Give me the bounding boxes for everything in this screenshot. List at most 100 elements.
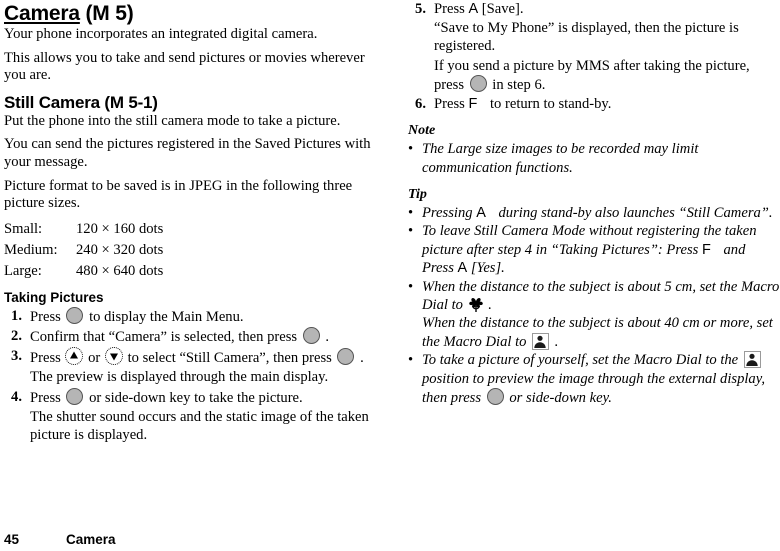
tip-bullet-4-text: To take a picture of yourself, set the M…	[422, 351, 780, 407]
step-number: 2.	[11, 327, 22, 344]
tip-3-post: .	[484, 297, 492, 314]
step-1: 1. Press to display the Main Menu.	[4, 306, 376, 326]
size-value: 120 × 160 dots	[76, 220, 164, 237]
step-number: 5.	[415, 1, 426, 17]
step-text-pre: Press	[30, 389, 65, 406]
portrait-person-icon	[743, 351, 761, 369]
picture-size-list: Small: 120 × 160 dots Medium: 240 × 320 …	[4, 219, 376, 282]
step-text-pre: Press	[434, 96, 469, 113]
end-key-F-icon: F	[701, 241, 711, 258]
size-label: Medium:	[4, 241, 58, 258]
left-softkey-A-icon: A	[468, 1, 479, 17]
center-select-key-icon	[337, 348, 355, 366]
note-bullet-text: The Large size images to be recorded may…	[422, 141, 699, 176]
tip-1-post: during stand-by also launches “Still Cam…	[494, 205, 773, 222]
page-title-suffix: (M 5)	[79, 2, 134, 25]
step-text-post: to return to stand-by.	[486, 96, 612, 113]
note-bullet: • The Large size images to be recorded m…	[408, 140, 780, 177]
macro-flower-icon	[468, 297, 484, 313]
step-4: 4. Press or side-down key to take the pi…	[4, 387, 376, 407]
step-5-detail-a: “Save to My Phone” is displayed, then th…	[434, 20, 739, 55]
step-2: 2. Confirm that “Camera” is selected, th…	[4, 326, 376, 346]
size-row: Medium: 240 × 320 dots	[4, 240, 376, 261]
step-number: 6.	[415, 96, 426, 113]
step-text-tail: .	[356, 350, 364, 367]
left-softkey-A-icon: A	[457, 260, 468, 277]
left-softkey-A-icon: A	[476, 205, 486, 222]
step-text: Press or to select “Still Camera”, then …	[30, 347, 376, 367]
tip-4-pre: To take a picture of yourself, set the M…	[422, 352, 742, 369]
left-column: Camera (M 5) Your phone incorporates an …	[4, 0, 376, 445]
step-text-post: or side-down key to take the picture.	[85, 389, 303, 406]
step-text-pre: Press	[434, 1, 469, 17]
step-text-pre: Press	[30, 350, 65, 367]
subsection-title: Still Camera (M 5-1)	[4, 92, 158, 112]
portrait-person-icon	[532, 332, 550, 350]
step-text: Press to display the Main Menu.	[30, 306, 376, 326]
step-text-post: to select “Still Camera”, then press	[123, 350, 336, 367]
nav-down-key-icon	[104, 347, 123, 366]
size-row: Large: 480 × 640 dots	[4, 261, 376, 282]
center-select-key-icon	[66, 387, 84, 405]
bullet-marker: •	[408, 141, 414, 158]
center-select-key-icon	[469, 74, 487, 92]
step-5: 5. Press A [Save].	[408, 0, 780, 18]
size-label: Large:	[4, 262, 42, 279]
center-select-key-icon	[486, 388, 504, 406]
tip-1-pre: Pressing	[422, 205, 477, 222]
step-3-detail: The preview is displayed through the mai…	[30, 369, 329, 386]
intro-paragraph-2: This allows you to take and send picture…	[4, 49, 365, 84]
right-column: 5. Press A [Save]. “Save to My Phone” is…	[408, 0, 780, 408]
size-value: 240 × 320 dots	[76, 241, 164, 258]
page-footer: 45 Camera	[4, 532, 116, 548]
size-row: Small: 120 × 160 dots	[4, 219, 376, 240]
step-number: 1.	[11, 307, 22, 324]
step-text-post: .	[321, 328, 330, 345]
tip-bullet-2-text: To leave Still Camera Mode without regis…	[422, 222, 780, 277]
bullet-marker: •	[408, 352, 414, 369]
step-text-post: [Save].	[478, 1, 524, 17]
size-label: Small:	[4, 220, 43, 237]
tip-4-post: or side-down key.	[505, 390, 612, 407]
intro-paragraph-1: Your phone incorporates an integrated di…	[4, 26, 318, 42]
center-select-key-icon	[302, 326, 320, 344]
taking-pictures-title: Taking Pictures	[4, 289, 104, 305]
still-paragraph-1: Put the phone into the still camera mode…	[4, 112, 341, 129]
page-title: Camera (M 5)	[4, 0, 376, 26]
tip-3-line2-post: .	[551, 333, 559, 350]
step-number: 4.	[11, 388, 22, 405]
nav-up-key-icon	[65, 347, 84, 366]
bullet-marker: •	[408, 223, 414, 240]
step-text-mid: or	[84, 350, 104, 367]
tip-bullet-4: • To take a picture of yourself, set the…	[408, 351, 780, 407]
end-key-F-icon: F	[468, 96, 478, 113]
tip-bullet-3: • When the distance to the subject is ab…	[408, 278, 780, 352]
page-title-main: Camera	[4, 2, 80, 25]
step-6: 6. Press F to return to stand-by.	[408, 95, 780, 113]
manual-page: Camera (M 5) Your phone incorporates an …	[0, 0, 780, 551]
step-text: Press A [Save].	[434, 0, 780, 18]
tip-heading: Tip	[408, 187, 427, 203]
bullet-marker: •	[408, 205, 414, 222]
tip-bullet-3-text: When the distance to the subject is abou…	[422, 278, 780, 352]
tip-2-post: [Yes].	[467, 260, 505, 277]
step-5-detail-b-post: in step 6.	[488, 76, 546, 93]
step-3: 3. Press or to select “Still Camera”, th…	[4, 347, 376, 367]
step-text: Press F to return to stand-by.	[434, 95, 780, 113]
tip-3-line2-pre: When the distance to the subject is abou…	[422, 315, 773, 350]
tip-bullet-1: • Pressing A during stand-by also launch…	[408, 204, 780, 222]
step-text-pre: Confirm that “Camera” is selected, then …	[30, 328, 301, 345]
step-5-detail-b: If you send a picture by MMS after takin…	[434, 57, 780, 94]
footer-chapter-name: Camera	[66, 532, 116, 547]
step-text: Press or side-down key to take the pictu…	[30, 387, 376, 407]
note-heading: Note	[408, 123, 436, 139]
size-value: 480 × 640 dots	[76, 262, 164, 279]
step-number: 3.	[11, 348, 22, 365]
step-4-detail: The shutter sound occurs and the static …	[30, 408, 369, 443]
footer-page-number: 45	[4, 532, 20, 547]
center-select-key-icon	[66, 306, 84, 324]
step-text-pre: Press	[30, 308, 65, 325]
tip-bullet-2: • To leave Still Camera Mode without reg…	[408, 222, 780, 277]
tip-bullet-1-text: Pressing A during stand-by also launches…	[422, 204, 780, 222]
bullet-marker: •	[408, 278, 414, 295]
